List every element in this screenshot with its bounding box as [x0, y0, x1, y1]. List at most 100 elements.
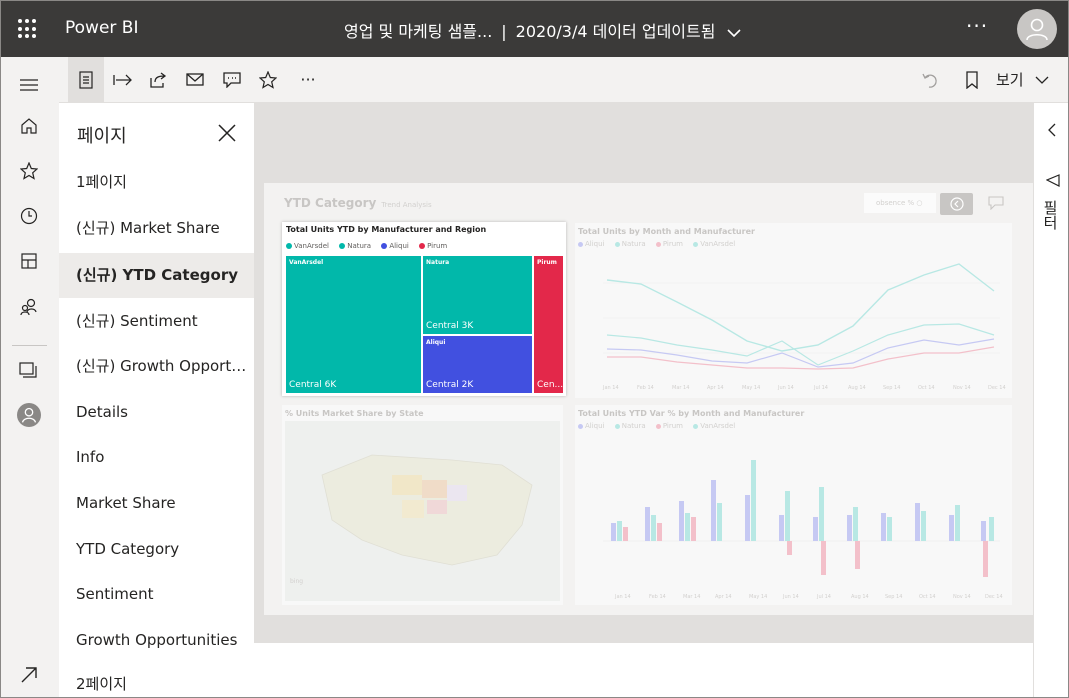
app-name[interactable]: Power BI: [65, 18, 138, 38]
treemap-block-pirum[interactable]: Pirum Cen...: [533, 255, 564, 394]
title-separator: |: [501, 22, 507, 41]
page-item-ytd-category[interactable]: YTD Category: [59, 527, 254, 572]
line-chart-visual[interactable]: Total Units by Month and Manufacturer Al…: [575, 223, 1012, 398]
home-icon: [21, 118, 37, 134]
svg-text:Jun 14: Jun 14: [777, 385, 794, 391]
hamburger-icon: [20, 79, 38, 91]
line-chart-plot: Jan 14 Feb 14 Mar 14 Apr 14 May 14 Jun 14 Jul …: [602, 263, 1006, 391]
svg-text:Aug 14: Aug 14: [848, 385, 866, 391]
svg-text:Apr 14: Apr 14: [715, 594, 732, 600]
legend-item-natura[interactable]: Natura: [339, 242, 375, 250]
bar-chart-visual[interactable]: Total Units YTD Var % by Month and Manuf…: [575, 405, 1012, 605]
export-button[interactable]: [105, 57, 141, 102]
close-pages-button[interactable]: [217, 123, 237, 143]
map-plot: bing: [285, 421, 560, 601]
canvas-lower-area: [263, 643, 1033, 698]
page-list-icon: [79, 70, 93, 89]
share-button[interactable]: [140, 57, 176, 102]
page-item-market-share[interactable]: Market Share: [59, 481, 254, 526]
page-item-new-ytd-category[interactable]: (신규) YTD Category: [59, 253, 254, 298]
bookmark-button[interactable]: [954, 57, 990, 102]
treemap-block-natura[interactable]: Natura Central 3K: [422, 255, 533, 335]
nav-favorites[interactable]: [17, 159, 41, 183]
actionbar-more-button[interactable]: ···: [290, 57, 326, 102]
visual-comment-button[interactable]: [988, 195, 1004, 211]
page-item-growth-opportunities[interactable]: Growth Opportunities: [59, 618, 254, 663]
page-item-page1[interactable]: 1페이지: [59, 160, 254, 205]
pages-pane-button[interactable]: [68, 57, 104, 102]
nav-recent[interactable]: [17, 204, 41, 228]
svg-text:Apr 14: Apr 14: [707, 385, 724, 391]
legend-item-vanarsdel[interactable]: VanArsdel: [286, 242, 333, 250]
page-item-new-growth-opportunities[interactable]: (신규) Growth Opportunities: [59, 344, 254, 389]
hamburger-menu-button[interactable]: [17, 73, 41, 97]
avatar-icon: [17, 403, 41, 427]
report-title-dropdown[interactable]: 영업 및 마케팅 샘플... | 2020/3/4 데이터 업데이트됨: [344, 18, 741, 42]
svg-text:Jul 14: Jul 14: [816, 594, 831, 600]
svg-text:Jun 14: Jun 14: [782, 594, 799, 600]
legend-item-aliqui[interactable]: Aliqui: [381, 242, 413, 250]
legend-item-pirum[interactable]: Pirum: [419, 242, 451, 250]
svg-text:Sep 14: Sep 14: [885, 594, 902, 600]
svg-text:Sep 14: Sep 14: [883, 385, 900, 391]
nav-get-data[interactable]: [17, 663, 41, 687]
arrow-right-bar-icon: [113, 74, 132, 85]
nav-shared[interactable]: [17, 295, 41, 319]
page-item-new-sentiment[interactable]: (신규) Sentiment: [59, 299, 254, 344]
treemap-category-label: Aliqui: [426, 339, 446, 346]
nav-workspaces[interactable]: [17, 357, 41, 381]
treemap-block-vanarsdel[interactable]: VanArsdel Central 6K: [285, 255, 422, 394]
nav-home[interactable]: [17, 114, 41, 138]
view-menu[interactable]: 보기: [996, 69, 1049, 90]
slicer[interactable]: obsence % ○: [864, 193, 936, 213]
reset-button[interactable]: [912, 57, 948, 102]
mail-icon: [186, 73, 204, 86]
arrow-up-right-icon: [21, 667, 37, 683]
star-icon: [259, 70, 277, 89]
treemap-legend: VanArsdel Natura Aliqui Pirum: [286, 242, 455, 250]
share-icon: [150, 71, 167, 88]
nav-apps[interactable]: [17, 249, 41, 273]
chevron-left-icon[interactable]: [1047, 123, 1057, 137]
svg-text:Aug 14: Aug 14: [851, 594, 869, 600]
comments-button[interactable]: [214, 57, 250, 102]
header-more-button[interactable]: ···: [966, 14, 988, 38]
chevron-down-icon: [726, 28, 741, 37]
page-item-new-market-share[interactable]: (신규) Market Share: [59, 206, 254, 251]
app-launcher-icon[interactable]: [18, 19, 38, 39]
treemap-block-aliqui[interactable]: Aliqui Central 2K: [422, 335, 533, 394]
svg-text:Mar 14: Mar 14: [672, 385, 689, 391]
chevron-down-icon: [1035, 76, 1049, 84]
svg-text:Nov 14: Nov 14: [953, 385, 971, 391]
star-icon: [20, 162, 38, 180]
back-button[interactable]: [940, 193, 973, 215]
svg-text:Feb 14: Feb 14: [637, 385, 654, 391]
svg-text:Jul 14: Jul 14: [813, 385, 828, 391]
treemap-region-label: Central 3K: [426, 321, 474, 331]
people-icon: [20, 298, 37, 316]
bar-chart-plot: Jan 14 Feb 14 Mar 14 Apr 14 May 14 Jun 14 Jul …: [603, 460, 1003, 600]
svg-text:May 14: May 14: [749, 594, 767, 600]
nav-my-workspace[interactable]: [17, 403, 41, 427]
filter-pane[interactable]: [1033, 103, 1069, 698]
page-item-page2[interactable]: 2페이지: [59, 662, 263, 698]
svg-text:Mar 14: Mar 14: [683, 594, 700, 600]
treemap-visual[interactable]: Total Units YTD by Manufacturer and Regi…: [282, 222, 566, 396]
favorite-button[interactable]: [250, 57, 286, 102]
svg-text:May 14: May 14: [742, 385, 760, 391]
pages-pane: 페이지 1페이지 (신규) Market Share (신규) YTD Cate…: [59, 103, 254, 698]
subscribe-button[interactable]: [177, 57, 213, 102]
page-item-details[interactable]: Details: [59, 390, 254, 435]
account-avatar[interactable]: [1017, 9, 1057, 49]
filter-pane-label[interactable]: 필터: [1040, 200, 1061, 230]
data-updated-label: 2020/3/4 데이터 업데이트됨: [515, 22, 716, 41]
view-label: 보기: [996, 71, 1024, 89]
map-visual[interactable]: % Units Market Share by State bing: [282, 405, 563, 605]
svg-text:Dec 14: Dec 14: [985, 594, 1003, 600]
page-item-info[interactable]: Info: [59, 435, 254, 480]
svg-text:Oct 14: Oct 14: [918, 385, 935, 391]
page-item-sentiment[interactable]: Sentiment: [59, 572, 254, 617]
workspaces-icon: [19, 362, 37, 378]
treemap-region-label: Central 2K: [426, 380, 474, 390]
rail-divider: [12, 345, 47, 346]
